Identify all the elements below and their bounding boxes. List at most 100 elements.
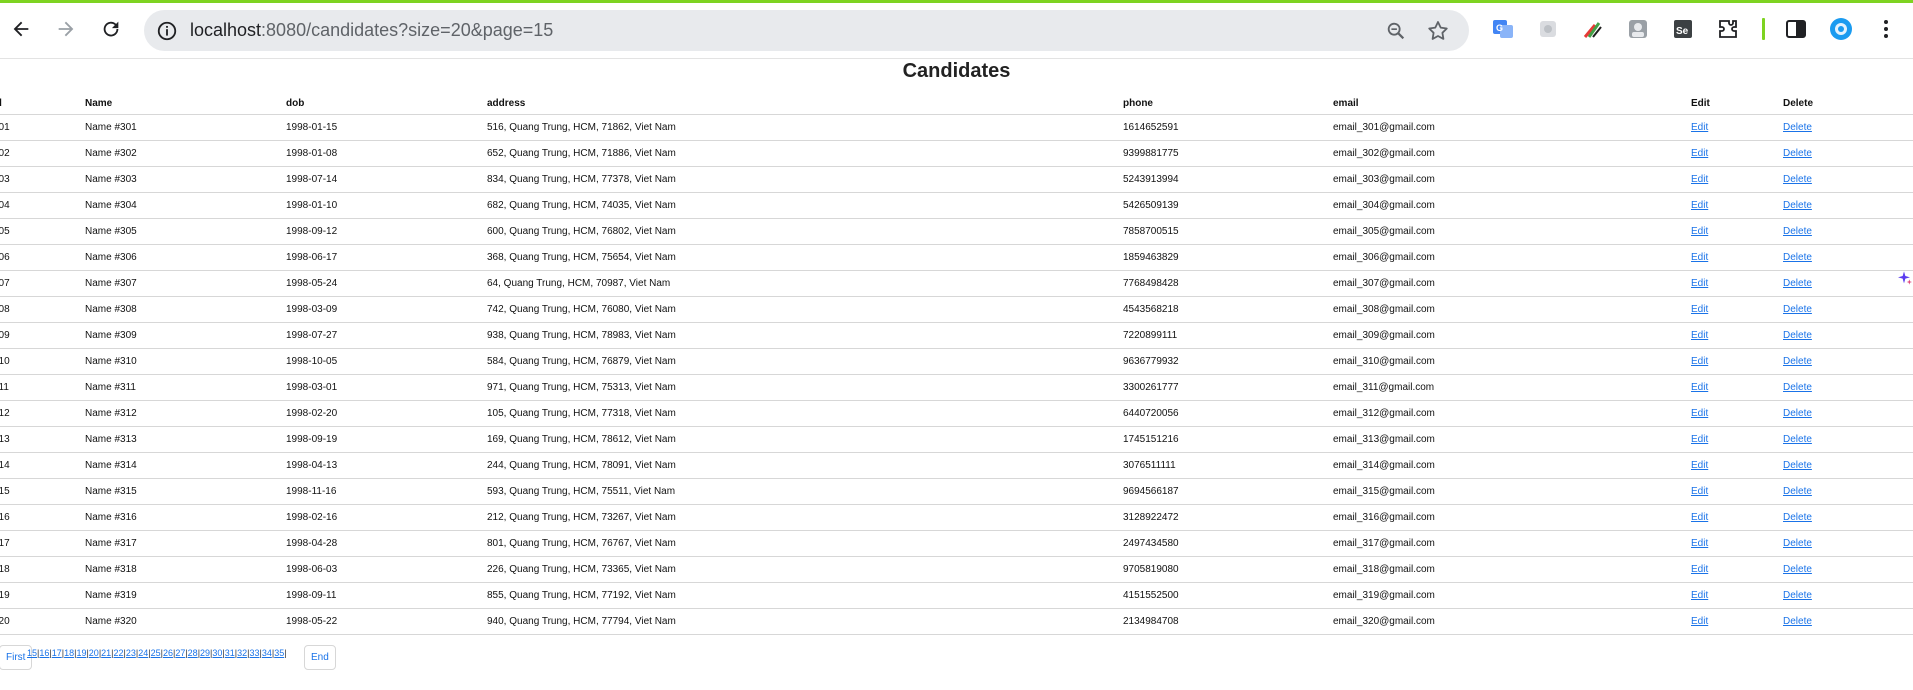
- selenium-extension-icon[interactable]: Se: [1670, 16, 1696, 42]
- edit-link[interactable]: Edit: [1691, 434, 1708, 445]
- sparkle-icon[interactable]: [1896, 270, 1912, 286]
- translate-extension-icon[interactable]: G: [1490, 16, 1516, 42]
- edit-link[interactable]: Edit: [1691, 356, 1708, 367]
- delete-link[interactable]: Delete: [1783, 252, 1812, 263]
- page-link[interactable]: 32: [237, 648, 247, 658]
- cell-name: Name #315: [85, 478, 286, 505]
- back-button[interactable]: [6, 14, 36, 44]
- delete-link[interactable]: Delete: [1783, 226, 1812, 237]
- kebab-menu-icon[interactable]: [1873, 16, 1899, 42]
- profile-extension-icon[interactable]: [1625, 16, 1651, 42]
- cell-email: email_315@gmail.com: [1333, 478, 1691, 505]
- url-host: localhost: [190, 20, 262, 40]
- cell-phone: 9694566187: [1123, 478, 1333, 505]
- page-link[interactable]: 35: [274, 648, 284, 658]
- cell-address: 169, Quang Trung, HCM, 78612, Viet Nam: [487, 426, 1123, 453]
- page-link[interactable]: 21: [101, 648, 111, 658]
- edit-link[interactable]: Edit: [1691, 174, 1708, 185]
- edit-link[interactable]: Edit: [1691, 460, 1708, 471]
- delete-link[interactable]: Delete: [1783, 174, 1812, 185]
- address-bar[interactable]: localhost:8080/candidates?size=20&page=1…: [144, 10, 1469, 51]
- delete-link[interactable]: Delete: [1783, 564, 1812, 575]
- edit-link[interactable]: Edit: [1691, 382, 1708, 393]
- delete-link[interactable]: Delete: [1783, 616, 1812, 627]
- edit-link[interactable]: Edit: [1691, 590, 1708, 601]
- cell-phone: 1859463829: [1123, 244, 1333, 271]
- edit-link[interactable]: Edit: [1691, 486, 1708, 497]
- table-row: 313Name #3131998-09-19169, Quang Trung, …: [0, 426, 1913, 453]
- cell-name: Name #301: [85, 114, 286, 141]
- delete-link[interactable]: Delete: [1783, 148, 1812, 159]
- page-link[interactable]: 31: [225, 648, 235, 658]
- page-link[interactable]: 20: [89, 648, 99, 658]
- delete-link[interactable]: Delete: [1783, 356, 1812, 367]
- page-link[interactable]: 24: [138, 648, 148, 658]
- page-link[interactable]: 27: [175, 648, 185, 658]
- edit-link[interactable]: Edit: [1691, 538, 1708, 549]
- delete-link[interactable]: Delete: [1783, 434, 1812, 445]
- cell-email: email_317@gmail.com: [1333, 530, 1691, 557]
- edit-link[interactable]: Edit: [1691, 616, 1708, 627]
- cell-delete: Delete: [1783, 504, 1913, 531]
- edit-link[interactable]: Edit: [1691, 122, 1708, 133]
- delete-link[interactable]: Delete: [1783, 122, 1812, 133]
- cell-email: email_308@gmail.com: [1333, 296, 1691, 323]
- site-info-icon[interactable]: [156, 20, 178, 42]
- cell-address: 368, Quang Trung, HCM, 75654, Viet Nam: [487, 244, 1123, 271]
- edit-link[interactable]: Edit: [1691, 252, 1708, 263]
- side-panel-icon[interactable]: [1783, 16, 1809, 42]
- edit-link[interactable]: Edit: [1691, 512, 1708, 523]
- delete-link[interactable]: Delete: [1783, 408, 1812, 419]
- page-link[interactable]: 30: [212, 648, 222, 658]
- page-link[interactable]: 18: [64, 648, 74, 658]
- cell-name: Name #304: [85, 192, 286, 219]
- url-text[interactable]: localhost:8080/candidates?size=20&page=1…: [190, 10, 553, 51]
- grey-extension-icon[interactable]: [1535, 16, 1561, 42]
- page-link[interactable]: 29: [200, 648, 210, 658]
- end-page-button[interactable]: End: [304, 645, 336, 670]
- page-link[interactable]: 23: [126, 648, 136, 658]
- edit-link[interactable]: Edit: [1691, 304, 1708, 315]
- edit-link[interactable]: Edit: [1691, 200, 1708, 211]
- page-link[interactable]: 25: [151, 648, 161, 658]
- page-link[interactable]: 34: [262, 648, 272, 658]
- page-link[interactable]: 28: [188, 648, 198, 658]
- edit-link[interactable]: Edit: [1691, 278, 1708, 289]
- delete-link[interactable]: Delete: [1783, 512, 1812, 523]
- delete-link[interactable]: Delete: [1783, 382, 1812, 393]
- cell-email: email_318@gmail.com: [1333, 556, 1691, 583]
- cell-dob: 1998-09-19: [286, 426, 487, 453]
- delete-link[interactable]: Delete: [1783, 304, 1812, 315]
- delete-link[interactable]: Delete: [1783, 538, 1812, 549]
- cell-delete: Delete: [1783, 400, 1913, 427]
- edit-link[interactable]: Edit: [1691, 226, 1708, 237]
- edit-link[interactable]: Edit: [1691, 408, 1708, 419]
- profile-avatar-icon[interactable]: [1828, 16, 1854, 42]
- edit-link[interactable]: Edit: [1691, 148, 1708, 159]
- delete-link[interactable]: Delete: [1783, 330, 1812, 341]
- forward-button[interactable]: [51, 14, 81, 44]
- delete-link[interactable]: Delete: [1783, 200, 1812, 211]
- cell-phone: 7768498428: [1123, 270, 1333, 297]
- color-picker-extension-icon[interactable]: [1580, 16, 1606, 42]
- page-link[interactable]: 17: [52, 648, 62, 658]
- page-link[interactable]: 16: [39, 648, 49, 658]
- star-icon[interactable]: [1426, 19, 1450, 43]
- delete-link[interactable]: Delete: [1783, 590, 1812, 601]
- cell-id: 318: [0, 556, 85, 583]
- cell-edit: Edit: [1691, 400, 1783, 427]
- extensions-puzzle-icon[interactable]: [1715, 16, 1741, 42]
- page-link[interactable]: 22: [114, 648, 124, 658]
- page-link[interactable]: 26: [163, 648, 173, 658]
- delete-link[interactable]: Delete: [1783, 486, 1812, 497]
- reload-button[interactable]: [96, 14, 126, 44]
- page-link[interactable]: 19: [76, 648, 86, 658]
- page-link[interactable]: 33: [249, 648, 259, 658]
- page-link[interactable]: 15: [27, 648, 37, 658]
- edit-link[interactable]: Edit: [1691, 330, 1708, 341]
- header-name: Name: [85, 92, 286, 115]
- edit-link[interactable]: Edit: [1691, 564, 1708, 575]
- delete-link[interactable]: Delete: [1783, 460, 1812, 471]
- delete-link[interactable]: Delete: [1783, 278, 1812, 289]
- zoom-icon[interactable]: [1385, 20, 1407, 42]
